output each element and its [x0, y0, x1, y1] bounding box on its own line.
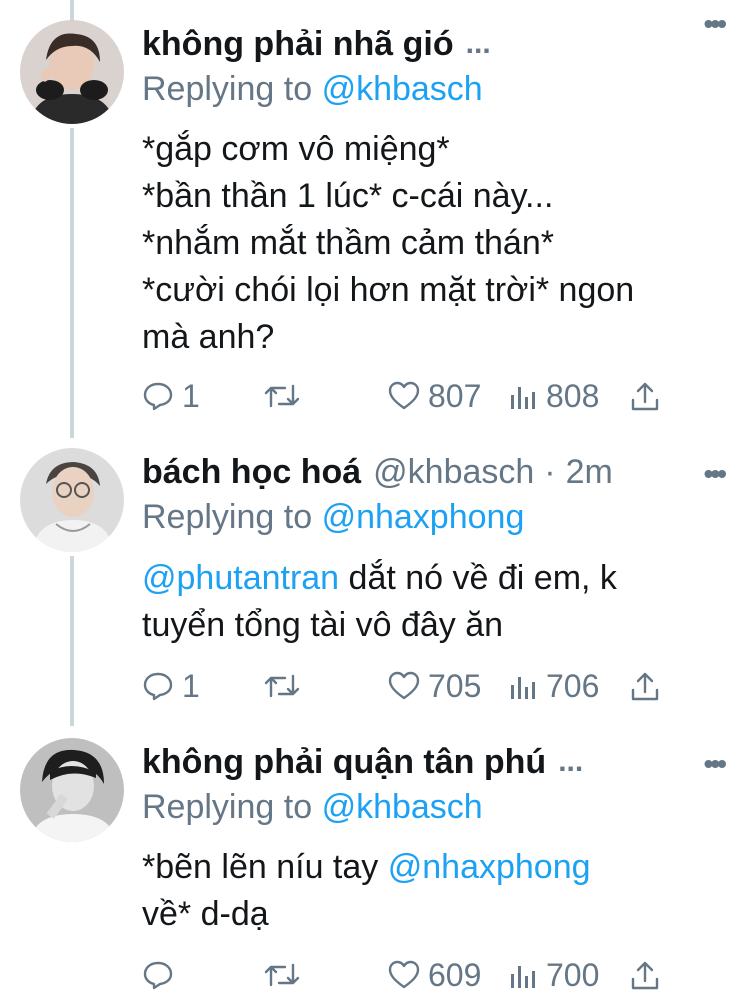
name-ellipsis: ...	[558, 745, 584, 778]
time-separator: ·	[544, 452, 556, 491]
user-handle[interactable]: @khbasch	[373, 453, 534, 492]
display-name[interactable]: bách học hoá	[142, 453, 361, 492]
timestamp[interactable]: 2m	[566, 453, 613, 492]
heart-icon	[388, 960, 420, 989]
more-options-icon[interactable]: •••	[704, 458, 727, 490]
like-count: 807	[428, 377, 482, 414]
tweet-text-line: *gắp cơm vô miệng*	[142, 130, 450, 168]
like-button[interactable]: 705	[388, 664, 481, 708]
tweet-text: @phutantran dắt nó về đi em, k tuyển tổn…	[142, 555, 726, 649]
views-button[interactable]: 808	[510, 374, 599, 418]
retweet-button[interactable]	[264, 953, 300, 997]
tweet-text-line: mà anh?	[142, 318, 275, 356]
tweet[interactable]: không phải nhã gió ... ••• Replying to @…	[0, 0, 750, 430]
tweet-header: bách học hoá @khbasch · 2m	[142, 452, 724, 492]
reply-thread: không phải nhã gió ... ••• Replying to @…	[0, 0, 750, 1000]
avatar[interactable]	[20, 20, 124, 124]
reply-count: 1	[182, 377, 200, 414]
tweet-text-line: *cười chói lọi hơn mặt trời* ngon	[142, 271, 635, 309]
views-button[interactable]: 700	[510, 953, 599, 997]
share-button[interactable]	[630, 953, 660, 997]
tweet-header: không phải nhã gió ...	[142, 24, 724, 64]
replying-to-label: Replying to	[142, 498, 313, 536]
display-name[interactable]: không phải nhã gió	[142, 25, 454, 64]
reply-icon	[143, 961, 173, 990]
tweet-text-fragment: dắt nó về đi em, k	[339, 559, 617, 597]
reply-icon	[143, 672, 173, 701]
tweet-actions: 1 807 808	[142, 374, 730, 418]
share-button[interactable]	[630, 374, 660, 418]
share-icon	[631, 961, 659, 990]
reply-button[interactable]: 1	[142, 664, 200, 708]
share-icon	[631, 672, 659, 701]
tweet-text-line: tuyển tổng tài vô đây ăn	[142, 606, 504, 644]
display-name[interactable]: không phải quận tân phú	[142, 743, 546, 782]
tweet-text-fragment: *bẽn lẽn níu tay	[142, 848, 388, 886]
retweet-icon	[264, 674, 300, 698]
tweet[interactable]: bách học hoá @khbasch · 2m ••• Replying …	[0, 430, 750, 725]
avatar[interactable]	[20, 738, 124, 842]
avatar[interactable]	[20, 448, 124, 552]
mention-link[interactable]: @phutantran	[142, 559, 339, 597]
tweet-text-line: *bần thần 1 lúc* c-cái này...	[142, 177, 554, 215]
like-count: 609	[428, 956, 482, 993]
reply-icon	[143, 382, 173, 411]
retweet-button[interactable]	[264, 664, 300, 708]
more-options-icon[interactable]: •••	[704, 748, 727, 780]
replying-to: Replying to @nhaxphong	[142, 498, 524, 537]
tweet-text-line: về* d-dạ	[142, 895, 269, 933]
tweet-header: không phải quận tân phú ...	[142, 742, 724, 782]
heart-icon	[388, 381, 420, 410]
tweet-text: *bẽn lẽn níu tay @nhaxphong về* d-dạ	[142, 844, 726, 938]
retweet-button[interactable]	[264, 374, 300, 418]
share-button[interactable]	[630, 664, 660, 708]
tweet[interactable]: không phải quận tân phú ... ••• Replying…	[0, 720, 750, 1000]
tweet-actions: 609 700	[142, 953, 730, 997]
views-icon	[511, 677, 535, 699]
views-icon	[511, 966, 535, 988]
replying-to-mention[interactable]: @khbasch	[322, 70, 483, 108]
like-count: 705	[428, 667, 482, 704]
like-button[interactable]: 609	[388, 953, 481, 997]
heart-icon	[388, 671, 420, 700]
share-icon	[631, 382, 659, 411]
more-options-icon[interactable]: •••	[704, 8, 727, 40]
tweet-text-line: @phutantran dắt nó về đi em, k	[142, 555, 726, 602]
mention-link[interactable]: @nhaxphong	[388, 848, 591, 886]
like-button[interactable]: 807	[388, 374, 481, 418]
replying-to: Replying to @khbasch	[142, 788, 483, 827]
reply-count: 1	[182, 667, 200, 704]
retweet-icon	[264, 963, 300, 987]
name-ellipsis: ...	[465, 27, 491, 60]
tweet-text-line: *nhắm mắt thầm cảm thán*	[142, 224, 554, 262]
tweet-actions: 1 705 706	[142, 664, 730, 708]
replying-to-mention[interactable]: @nhaxphong	[322, 498, 525, 536]
replying-to-label: Replying to	[142, 70, 313, 108]
replying-to-mention[interactable]: @khbasch	[322, 788, 483, 826]
retweet-icon	[264, 384, 300, 408]
tweet-text-line: *bẽn lẽn níu tay @nhaxphong	[142, 844, 726, 891]
reply-button[interactable]	[142, 953, 182, 997]
view-count: 706	[546, 667, 600, 704]
view-count: 700	[546, 956, 600, 993]
tweet-text: *gắp cơm vô miệng* *bần thần 1 lúc* c-cá…	[142, 126, 726, 361]
views-button[interactable]: 706	[510, 664, 599, 708]
replying-to-label: Replying to	[142, 788, 313, 826]
views-icon	[511, 387, 535, 409]
reply-button[interactable]: 1	[142, 374, 200, 418]
view-count: 808	[546, 377, 600, 414]
replying-to: Replying to @khbasch	[142, 70, 483, 109]
